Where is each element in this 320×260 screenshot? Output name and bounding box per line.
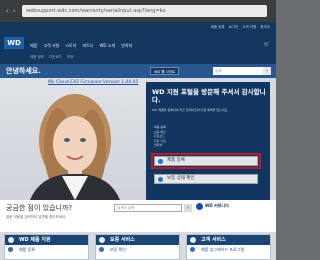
site-search-button[interactable]: › <box>263 67 271 75</box>
address-text: websupport.wdc.com/warranty/serialinput.… <box>26 8 166 14</box>
sub-nav: 제품 정보 다운로드 보증 <box>30 55 73 60</box>
site-search-input[interactable]: 검색 <box>213 67 263 75</box>
register-product-button[interactable]: 제품 등록 <box>151 153 261 169</box>
nav-item[interactable]: WD 소개 <box>99 43 115 49</box>
community-icon <box>196 203 203 210</box>
panel-list-item: · 연락처 <box>152 143 163 147</box>
support-column: WD 제품 지원 제품 등록 <box>4 234 89 260</box>
web-page: WD 제품 등록 로그인 고객 지원 한국어 제품 고객 지원 스토어 파트너 … <box>0 22 276 260</box>
column-header: WD 제품 지원 <box>5 235 88 245</box>
column-link-label: 제품 등록 <box>19 247 35 252</box>
screenshot-frame: ‹ › websupport.wdc.com/warranty/serialin… <box>0 0 276 260</box>
nav-item[interactable]: 파트너 <box>82 43 93 49</box>
community-link[interactable]: WD 커뮤니티 <box>205 203 229 209</box>
welcome-panel: WD 지원 포털을 방문해 주셔서 감사합니다. WD 제품을 등록하여 최신 … <box>146 82 270 200</box>
column-link[interactable]: 제품 등록 <box>5 245 88 254</box>
top-link[interactable]: 한국어 <box>260 25 270 30</box>
warranty-service-icon <box>99 237 105 243</box>
warranty-column: 보증 서비스 보증 확인 <box>95 234 180 260</box>
top-links: 제품 등록 로그인 고객 지원 한국어 <box>211 25 270 30</box>
question-subtitle: 질문 내용을 입력하여 답변을 찾아보세요. <box>6 215 67 219</box>
hero-section: My Cloud EX2 Firmware Version 1.04.05 WD… <box>0 78 276 200</box>
subnav-item[interactable]: 제품 정보 <box>30 55 44 60</box>
column-link-label: 보증 확인 <box>110 247 126 252</box>
question-search-button[interactable]: › <box>184 204 192 212</box>
panel-list-item: · 제품 등록 <box>152 125 166 129</box>
column-header: 고객 서비스 <box>187 235 270 245</box>
browser-chrome: ‹ › websupport.wdc.com/warranty/serialin… <box>0 0 276 22</box>
column-title: 보증 서비스 <box>110 237 135 243</box>
back-icon[interactable]: ‹ <box>6 6 12 16</box>
panel-list-item: · 다운로드 <box>152 134 165 138</box>
subnav-item[interactable]: 보증 <box>67 55 73 60</box>
panel-list: · 제품 등록 · 보증 확인 · 다운로드 · 지식 기반 · 연락처 <box>152 125 166 148</box>
customer-service-icon <box>190 237 196 243</box>
link-icon <box>190 247 195 252</box>
forward-icon[interactable]: › <box>13 6 19 16</box>
warranty-check-button[interactable]: 보증 상태 확인 <box>154 174 258 184</box>
greeting-bar: 안녕하세요. WD 웹 사이트 검색 › <box>0 64 276 78</box>
column-title: 고객 서비스 <box>201 237 226 243</box>
register-icon <box>158 159 163 164</box>
website-select-button[interactable]: WD 웹 사이트 <box>150 67 180 75</box>
register-label: 제품 등록 <box>167 158 185 163</box>
column-header: 보증 서비스 <box>96 235 179 245</box>
column-link-label: 제품 업그레이드 프로그램 <box>201 247 245 252</box>
address-bar[interactable]: websupport.wdc.com/warranty/serialinput.… <box>22 5 267 17</box>
hero-photo: My Cloud EX2 Firmware Version 1.04.05 <box>0 78 146 200</box>
warranty-label: 보증 상태 확인 <box>167 176 195 181</box>
top-link[interactable]: 로그인 <box>229 25 239 30</box>
top-link[interactable]: 제품 등록 <box>211 25 225 30</box>
cart-icon[interactable]: 🛒 <box>264 42 270 48</box>
column-link[interactable]: 보증 확인 <box>96 245 179 254</box>
column-title: WD 제품 지원 <box>19 237 51 243</box>
column-link[interactable]: 제품 업그레이드 프로그램 <box>187 245 270 254</box>
main-nav: 제품 고객 지원 스토어 파트너 WD 소개 연락처 <box>30 43 132 49</box>
question-title: 궁금한 점이 있습니까? <box>6 204 73 212</box>
panel-description: WD 제품을 등록하여 최신 업데이트와 지원 혜택을 받으세요. <box>152 108 229 112</box>
panel-title: WD 지원 포털을 방문해 주셔서 감사합니다. <box>152 88 266 104</box>
link-icon <box>99 247 104 252</box>
site-header: WD 제품 등록 로그인 고객 지원 한국어 제품 고객 지원 스토어 파트너 … <box>0 22 276 64</box>
link-icon <box>8 247 13 252</box>
bottom-columns: WD 제품 지원 제품 등록 보증 서비스 보증 확인 고객 서비스 제품 업그… <box>0 232 276 260</box>
nav-item[interactable]: 고객 지원 <box>43 43 59 49</box>
firmware-link[interactable]: My Cloud EX2 Firmware Version 1.04.05 <box>48 80 138 85</box>
customer-service-column: 고객 서비스 제품 업그레이드 프로그램 <box>186 234 271 260</box>
question-search-input[interactable]: 검색어 입력 <box>114 204 182 212</box>
support-icon <box>8 237 14 243</box>
nav-item[interactable]: 연락처 <box>121 43 132 49</box>
greeting-title: 안녕하세요. <box>6 67 41 75</box>
nav-item[interactable]: 스토어 <box>65 43 76 49</box>
wd-logo[interactable]: WD <box>4 37 24 49</box>
question-section: 궁금한 점이 있습니까? 질문 내용을 입력하여 답변을 찾아보세요. 검색어 … <box>0 200 276 232</box>
top-link[interactable]: 고객 지원 <box>242 25 256 30</box>
woman-portrait-illustration <box>30 94 120 200</box>
nav-item[interactable]: 제품 <box>30 43 37 49</box>
subnav-item[interactable]: 다운로드 <box>49 55 62 60</box>
warranty-icon <box>158 177 163 182</box>
